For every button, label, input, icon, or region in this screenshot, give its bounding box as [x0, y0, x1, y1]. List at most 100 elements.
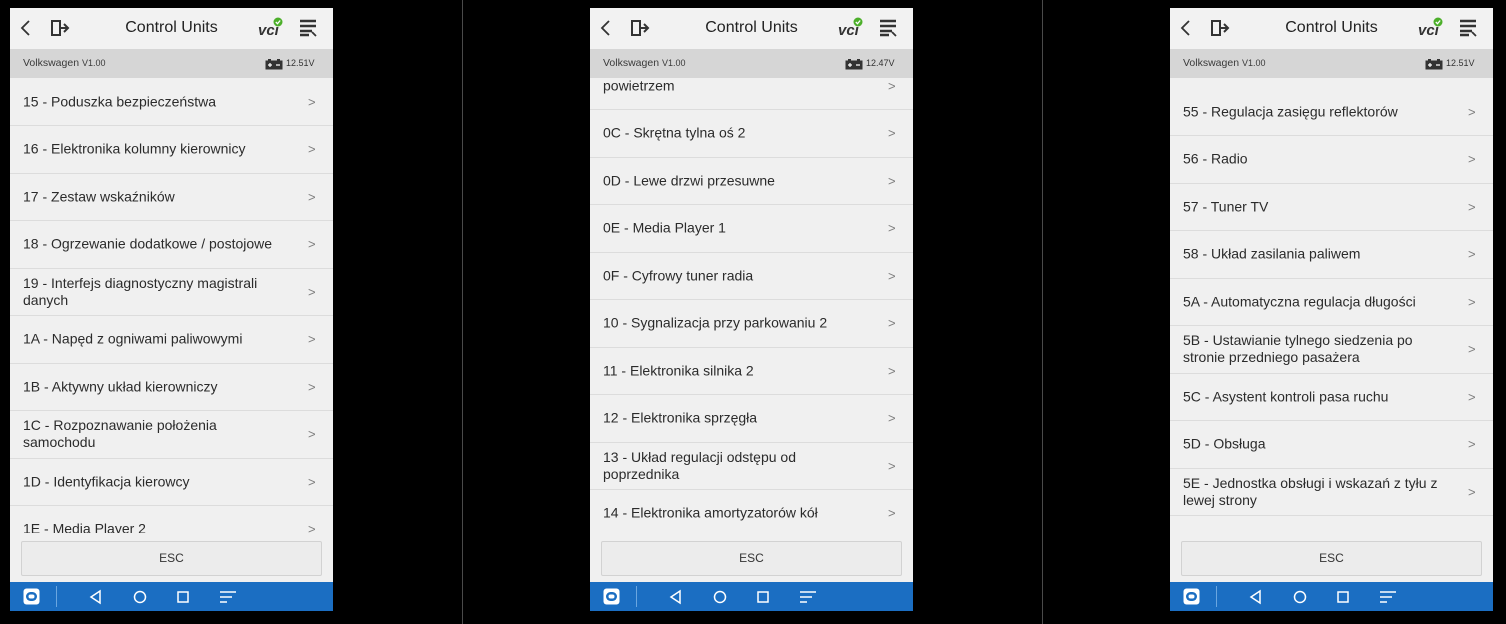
control-unit-label: 1D - Identyfikacja kierowcy	[23, 473, 190, 489]
control-unit-label: 1E - Media Player 2	[23, 520, 146, 534]
vehicle-bar: Volkswagen V1.00 12.51V	[10, 49, 333, 78]
phone-screen: Control Units vci Volkswagen V1.00 12.47V po…	[590, 8, 913, 611]
control-unit-label: 1A - Napęd z ogniwami paliwowymi	[23, 330, 243, 347]
control-unit-item[interactable]: powietrzem >	[590, 78, 913, 110]
esc-button[interactable]: ESC	[1181, 541, 1482, 576]
menu-icon[interactable]	[1458, 18, 1478, 38]
nav-home-icon[interactable]	[712, 589, 728, 605]
chevron-right-icon: >	[888, 268, 896, 283]
control-unit-label: powietrzem	[603, 78, 675, 93]
control-unit-label: 0C - Skrętna tylna oś 2	[603, 124, 746, 141]
vci-icon: vci	[258, 17, 284, 39]
control-unit-item[interactable]: 56 - Radio >	[1170, 136, 1493, 184]
nav-recent-icon[interactable]	[1335, 589, 1351, 605]
control-unit-label: 17 - Zestaw wskaźników	[23, 188, 175, 204]
chevron-right-icon: >	[1468, 484, 1476, 499]
control-unit-item[interactable]: 57 - Tuner TV >	[1170, 183, 1493, 231]
control-unit-label: 15 - Poduszka bezpieczeństwa	[23, 93, 216, 109]
esc-button[interactable]: ESC	[21, 541, 322, 576]
control-unit-item[interactable]: 1C - Rozpoznawanie położenia samochodu >	[10, 411, 333, 459]
teamviewer-icon[interactable]	[23, 588, 40, 605]
vehicle-version: V1.00	[1241, 58, 1266, 68]
control-unit-item[interactable]: 0D - Lewe drzwi przesuwne >	[590, 157, 913, 205]
android-nav-bar	[590, 582, 913, 611]
top-bar: Control Units vci	[1170, 8, 1493, 49]
chevron-right-icon: >	[888, 458, 896, 473]
control-unit-list[interactable]: 55 - Regulacja zasięgu reflektorów >56 - …	[1170, 78, 1493, 533]
control-unit-item[interactable]: 14 - Elektronika amortyzatorów kół >	[590, 490, 913, 534]
android-nav-bar	[1170, 582, 1493, 611]
control-unit-label: 57 - Tuner TV	[1183, 198, 1269, 214]
nav-menu-icon[interactable]	[798, 589, 818, 605]
phone-screen: Control Units vci Volkswagen V1.00 12.51V 55…	[1170, 8, 1493, 611]
control-unit-list[interactable]: 15 - Poduszka bezpieczeństwa >16 - Elektr…	[10, 78, 333, 533]
chevron-right-icon: >	[888, 363, 896, 378]
control-unit-item[interactable]: 5D - Obsługa >	[1170, 421, 1493, 469]
control-unit-item[interactable]: 1A - Napęd z ogniwami paliwowymi >	[10, 316, 333, 364]
control-unit-item[interactable]: 19 - Interfejs diagnostyczny magistrali …	[10, 268, 333, 316]
battery-icon	[265, 57, 283, 70]
nav-recent-icon[interactable]	[755, 589, 771, 605]
nav-home-icon[interactable]	[132, 589, 148, 605]
chevron-right-icon: >	[1468, 389, 1476, 404]
nav-back-icon[interactable]	[1248, 589, 1264, 605]
battery-voltage: 12.47V	[866, 58, 895, 68]
nav-menu-icon[interactable]	[1378, 589, 1398, 605]
control-unit-item[interactable]: 5C - Asystent kontroli pasa ruchu >	[1170, 373, 1493, 421]
control-unit-label: 5C - Asystent kontroli pasa ruchu	[1183, 388, 1389, 404]
battery-icon	[845, 57, 863, 70]
chevron-right-icon: >	[308, 189, 316, 204]
control-unit-item[interactable]: 17 - Zestaw wskaźników >	[10, 173, 333, 221]
nav-back-icon[interactable]	[88, 589, 104, 605]
android-nav-bar	[10, 582, 333, 611]
control-unit-item[interactable]: 55 - Regulacja zasięgu reflektorów >	[1170, 88, 1493, 136]
chevron-right-icon: >	[308, 141, 316, 157]
chevron-right-icon: >	[1468, 532, 1476, 534]
control-unit-item[interactable]: 18 - Ogrzewanie dodatkowe / postojowe >	[10, 221, 333, 269]
chevron-right-icon: >	[888, 220, 896, 236]
control-unit-item[interactable]: 12 - Elektronika sprzęgła >	[590, 395, 913, 443]
control-unit-label: 55 - Regulacja zasięgu reflektorów	[1183, 103, 1398, 119]
control-unit-item[interactable]: 1D - Identyfikacja kierowcy >	[10, 458, 333, 506]
menu-icon[interactable]	[298, 18, 318, 38]
nav-menu-icon[interactable]	[218, 589, 238, 605]
chevron-right-icon: >	[888, 78, 896, 93]
nav-separator	[56, 586, 57, 607]
vehicle-name: Volkswagen V1.00	[1183, 57, 1266, 69]
vehicle-name: Volkswagen V1.00	[603, 57, 686, 69]
control-unit-item[interactable]: 11 - Elektronika silnika 2 >	[590, 347, 913, 395]
nav-recent-icon[interactable]	[175, 589, 191, 605]
control-unit-item[interactable]: 5E - Jednostka obsługi i wskazań z tyłu …	[1170, 468, 1493, 516]
teamviewer-icon[interactable]	[1183, 588, 1200, 605]
esc-button[interactable]: ESC	[601, 541, 902, 576]
control-unit-label: 13 - Układ regulacji odstępu od poprzedn…	[603, 448, 797, 482]
control-unit-label: 16 - Elektronika kolumny kierownicy	[23, 140, 246, 157]
control-unit-item[interactable]: 0E - Media Player 1 >	[590, 205, 913, 253]
control-unit-item[interactable]: 0C - Skrętna tylna oś 2 >	[590, 110, 913, 158]
battery-voltage: 12.51V	[1446, 58, 1475, 68]
teamviewer-icon[interactable]	[603, 588, 620, 605]
control-unit-item[interactable]: 10 - Sygnalizacja przy parkowaniu 2 >	[590, 300, 913, 348]
control-unit-item[interactable]: 13 - Układ regulacji odstępu od poprzedn…	[590, 442, 913, 490]
chevron-right-icon: >	[1468, 436, 1476, 452]
control-unit-label: 1B - Aktywny układ kierowniczy	[23, 378, 218, 394]
control-unit-item[interactable]: 1B - Aktywny układ kierowniczy >	[10, 363, 333, 411]
control-unit-item[interactable]: 5B - Ustawianie tylnego siedzenia po str…	[1170, 326, 1493, 374]
control-unit-item[interactable]: 58 - Układ zasilania paliwem >	[1170, 231, 1493, 279]
page-title: Control Units	[1285, 19, 1378, 36]
control-unit-item[interactable]: 1E - Media Player 2 >	[10, 506, 333, 534]
control-unit-label: 18 - Ogrzewanie dodatkowe / postojowe	[23, 235, 273, 252]
control-unit-item[interactable]: 16 - Elektronika kolumny kierownicy >	[10, 126, 333, 174]
control-unit-item[interactable]: 5F - Elektronika układów >	[1170, 516, 1493, 534]
control-unit-item[interactable]: 5A - Automatyczna regulacja długości >	[1170, 278, 1493, 326]
nav-back-icon[interactable]	[668, 589, 684, 605]
menu-icon[interactable]	[878, 18, 898, 38]
control-unit-item[interactable]: 0F - Cyfrowy tuner radia >	[590, 252, 913, 300]
control-unit-list[interactable]: powietrzem >0C - Skrętna tylna oś 2 >0D - …	[590, 78, 913, 533]
vci-icon: vci	[838, 17, 864, 39]
control-unit-item[interactable]: 15 - Poduszka bezpieczeństwa >	[10, 78, 333, 126]
nav-home-icon[interactable]	[1292, 589, 1308, 605]
divider-2	[1042, 0, 1043, 624]
chevron-right-icon: >	[1468, 294, 1476, 309]
control-unit-label: 12 - Elektronika sprzęgła	[603, 409, 758, 426]
